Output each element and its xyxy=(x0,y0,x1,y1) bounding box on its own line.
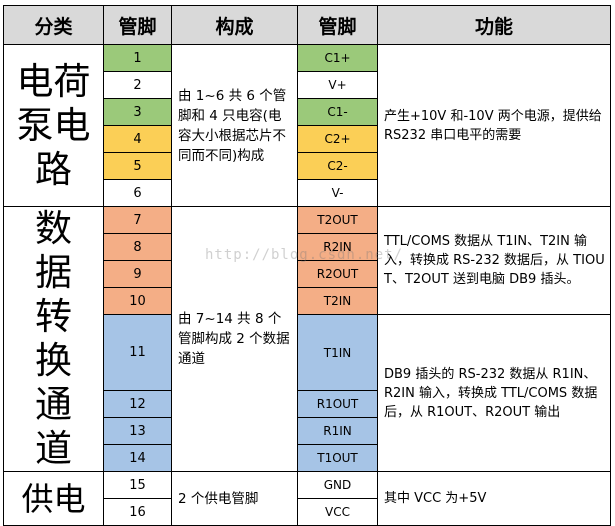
pin-number: 13 xyxy=(103,417,172,445)
category-charge-pump: 电荷泵电路 xyxy=(3,44,104,207)
function-data-tx: TTL/COMS 数据从 T1IN、T2IN 输入，转换成 RS-232 数据后… xyxy=(377,206,611,315)
pin-name: R1OUT xyxy=(297,390,378,418)
header-row: 分类 管脚 构成 管脚 功能 xyxy=(3,5,611,45)
pin-name: T2IN xyxy=(297,287,378,315)
pin-name: T1OUT xyxy=(297,444,378,472)
pin-name: GND xyxy=(297,471,378,499)
header-pin: 管脚 xyxy=(103,5,172,45)
pin-number: 5 xyxy=(103,152,172,180)
pin-number: 9 xyxy=(103,260,172,288)
pin-name: V+ xyxy=(297,71,378,99)
pin-name: VCC xyxy=(297,498,378,526)
pin-number: 2 xyxy=(103,71,172,99)
pin-name: V- xyxy=(297,179,378,207)
pin-name: R2IN xyxy=(297,233,378,261)
header-composition: 构成 xyxy=(171,5,298,45)
category-power-supply: 供电 xyxy=(3,471,104,526)
pin-number: 7 xyxy=(103,206,172,234)
pin-number: 14 xyxy=(103,444,172,472)
pin-number: 15 xyxy=(103,471,172,499)
function-power-supply: 其中 VCC 为+5V xyxy=(377,471,611,526)
function-data-rx: DB9 插头的 RS-232 数据从 R1IN、R2IN 输入，转换成 TTL/… xyxy=(377,314,611,472)
pin-name: C1- xyxy=(297,98,378,126)
pin-number: 12 xyxy=(103,390,172,418)
pin-name: C2- xyxy=(297,152,378,180)
header-category: 分类 xyxy=(3,5,104,45)
header-function: 功能 xyxy=(377,5,611,45)
pin-name: R1IN xyxy=(297,417,378,445)
pin-name: T2OUT xyxy=(297,206,378,234)
composition-charge-pump: 由 1~6 共 6 个管脚和 4 只电容(电容大小根据芯片不同而不同)构成 xyxy=(171,44,298,207)
pin-number: 3 xyxy=(103,98,172,126)
function-charge-pump: 产生+10V 和-10V 两个电源，提供给 RS232 串口电平的需要 xyxy=(377,44,611,207)
composition-power-supply: 2 个供电管脚 xyxy=(171,471,298,526)
category-data-channel: 数据转换通道 xyxy=(3,206,104,472)
pin-number: 4 xyxy=(103,125,172,153)
header-pin-name: 管脚 xyxy=(297,5,378,45)
pin-number: 6 xyxy=(103,179,172,207)
pin-function-table: 分类 管脚 构成 管脚 功能 电荷泵电路 1 由 1~6 共 6 个管脚和 4 … xyxy=(3,5,611,526)
pin-name: C2+ xyxy=(297,125,378,153)
table-row: 电荷泵电路 1 由 1~6 共 6 个管脚和 4 只电容(电容大小根据芯片不同而… xyxy=(3,44,611,207)
pin-name: C1+ xyxy=(297,44,378,72)
pin-number: 16 xyxy=(103,498,172,526)
pin-number: 10 xyxy=(103,287,172,315)
table-row: 数据转换通道 7 由 7~14 共 8 个管脚构成 2 个数据通道 T2OUT … xyxy=(3,206,611,472)
pin-name: R2OUT xyxy=(297,260,378,288)
pin-name: T1IN xyxy=(297,314,378,391)
pin-number: 8 xyxy=(103,233,172,261)
table-row: 供电 15 2 个供电管脚 GND 其中 VCC 为+5V xyxy=(3,471,611,526)
composition-data-channel: 由 7~14 共 8 个管脚构成 2 个数据通道 xyxy=(171,206,298,472)
pin-number: 11 xyxy=(103,314,172,391)
pin-number: 1 xyxy=(103,44,172,72)
